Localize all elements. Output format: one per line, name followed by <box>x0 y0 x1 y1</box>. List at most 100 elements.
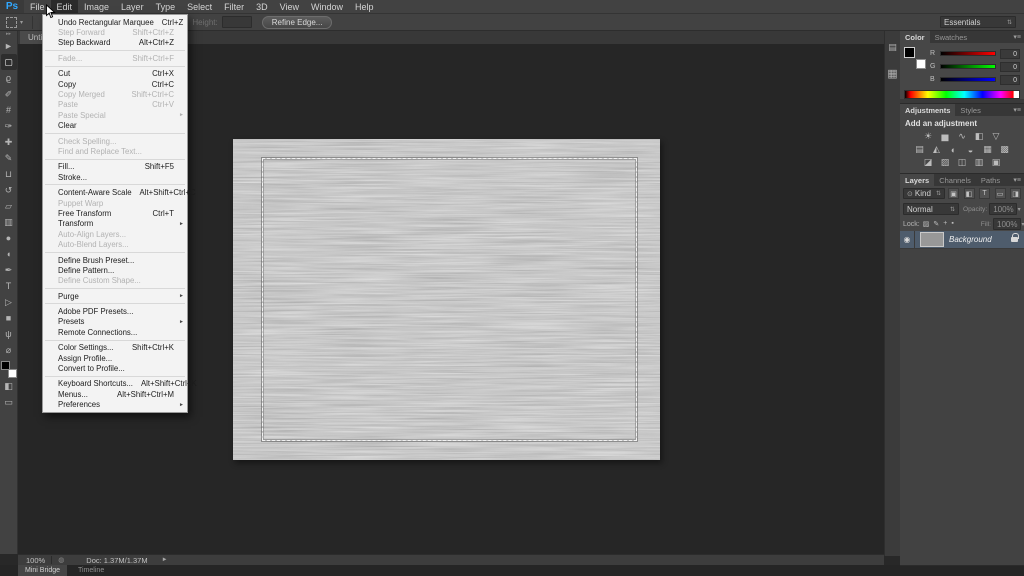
edit-menu-item-free-transform[interactable]: Free TransformCtrl+T <box>43 208 187 218</box>
layer-row[interactable]: ◉Background <box>900 231 1024 249</box>
filter-type-layers-icon[interactable]: T <box>979 188 990 199</box>
levels-icon[interactable]: ▅ <box>937 130 954 143</box>
edit-menu-item-stroke[interactable]: Stroke... <box>43 172 187 182</box>
quick-selection-tool[interactable]: ✐ <box>1 86 17 102</box>
edit-menu-item-step-backward[interactable]: Step BackwardAlt+Ctrl+Z <box>43 38 187 48</box>
filter-shape-layers-icon[interactable]: ▭ <box>995 188 1006 199</box>
background-color-swatch[interactable] <box>8 369 17 378</box>
status-flyout-arrow-icon[interactable]: ► <box>162 557 168 563</box>
layers-tab-paths[interactable]: Paths <box>976 174 1005 186</box>
rectangle-tool[interactable]: ■ <box>1 310 17 326</box>
menu-3d[interactable]: 3D <box>250 0 274 13</box>
menu-window[interactable]: Window <box>305 0 349 13</box>
curves-icon[interactable]: ∿ <box>954 130 971 143</box>
invert-icon[interactable]: ◪ <box>920 156 937 169</box>
menu-image[interactable]: Image <box>78 0 115 13</box>
edit-menu-item-paste-special[interactable]: Paste Special► <box>43 110 187 120</box>
color-lookup-icon[interactable]: ▩ <box>996 143 1013 156</box>
hue-saturation-icon[interactable]: ▤ <box>911 143 928 156</box>
filter-smart-objects-icon[interactable]: ◨ <box>1010 188 1021 199</box>
eyedropper-tool[interactable]: ✑ <box>1 118 17 134</box>
history-panel-icon[interactable]: ▤ <box>887 41 899 53</box>
tool-preset-dropdown-arrow-icon[interactable]: ▾ <box>20 19 23 26</box>
edit-menu-item-auto-align-layers[interactable]: Auto-Align Layers... <box>43 229 187 239</box>
edit-menu-item-clear[interactable]: Clear <box>43 121 187 131</box>
rectangular-marquee-tool[interactable]: ▢ <box>1 54 17 70</box>
edit-menu-item-define-pattern[interactable]: Define Pattern... <box>43 265 187 275</box>
eraser-tool[interactable]: ▱ <box>1 198 17 214</box>
threshold-icon[interactable]: ◫ <box>954 156 971 169</box>
menu-help[interactable]: Help <box>349 0 380 13</box>
background-color-swatch[interactable] <box>916 59 926 69</box>
edit-menu-item-adobe-pdf-presets[interactable]: Adobe PDF Presets... <box>43 306 187 316</box>
lock-transparency-icon[interactable]: ▨ <box>923 220 930 228</box>
edit-menu-item-cut[interactable]: CutCtrl+X <box>43 69 187 79</box>
black-white-icon[interactable]: ◐ <box>945 143 962 156</box>
adjustments-tab-styles[interactable]: Styles <box>955 104 985 116</box>
opacity-field[interactable]: 100% ▾ <box>989 203 1017 215</box>
edit-menu-item-convert-to-profile[interactable]: Convert to Profile... <box>43 363 187 373</box>
channel-mixer-icon[interactable]: ▦ <box>979 143 996 156</box>
edit-menu-item-menus[interactable]: Menus...Alt+Shift+Ctrl+M <box>43 389 187 399</box>
channel-slider[interactable] <box>940 77 996 82</box>
edit-menu-item-preferences[interactable]: Preferences► <box>43 400 187 410</box>
layer-thumbnail[interactable] <box>920 232 944 247</box>
color-tab-color[interactable]: Color <box>900 31 930 43</box>
panel-menu-icon[interactable]: ▾≡ <box>1013 104 1024 116</box>
brightness-contrast-icon[interactable]: ☀ <box>920 130 937 143</box>
quick-mask-icon[interactable]: ◧ <box>1 378 17 394</box>
edit-menu-item-transform[interactable]: Transform► <box>43 219 187 229</box>
panel-menu-icon[interactable]: ▾≡ <box>1013 31 1024 43</box>
clone-stamp-tool[interactable]: ⊔ <box>1 166 17 182</box>
photo-filter-icon[interactable]: ◒ <box>962 143 979 156</box>
foreground-background-swatches[interactable] <box>1 361 17 378</box>
selection-marquee[interactable] <box>262 158 637 441</box>
filter-adjustment-layers-icon[interactable]: ◧ <box>964 188 975 199</box>
channel-slider[interactable] <box>940 64 996 69</box>
edit-menu-item-assign-profile[interactable]: Assign Profile... <box>43 353 187 363</box>
color-spectrum-ramp[interactable] <box>904 90 1020 99</box>
blend-mode-dropdown[interactable]: Normal ⇅ <box>903 203 959 215</box>
tab-mini-bridge[interactable]: Mini Bridge <box>18 565 67 576</box>
layer-filter-kind-dropdown[interactable]: ⊙ Kind ⇅ <box>903 188 945 199</box>
edit-menu-item-remote-connections[interactable]: Remote Connections... <box>43 327 187 337</box>
edit-menu-item-purge[interactable]: Purge► <box>43 291 187 301</box>
foreground-color-swatch[interactable] <box>904 47 915 58</box>
panel-grip-icon[interactable]: ▸▸ <box>6 31 11 38</box>
menu-type[interactable]: Type <box>150 0 182 13</box>
edit-menu-item-check-spelling[interactable]: Check Spelling... <box>43 136 187 146</box>
refine-edge-button[interactable]: Refine Edge... <box>262 16 333 29</box>
edit-menu-item-content-aware-scale[interactable]: Content-Aware ScaleAlt+Shift+Ctrl+C <box>43 187 187 197</box>
workspace-switcher[interactable]: Essentials ⇅ <box>940 16 1016 28</box>
history-brush-tool[interactable]: ↺ <box>1 182 17 198</box>
pen-tool[interactable]: ✒ <box>1 262 17 278</box>
edit-menu-item-paste[interactable]: PasteCtrl+V <box>43 100 187 110</box>
type-tool[interactable]: T <box>1 278 17 294</box>
photoshop-logo[interactable]: Ps <box>0 0 24 13</box>
edit-menu-item-copy-merged[interactable]: Copy MergedShift+Ctrl+C <box>43 89 187 99</box>
path-selection-tool[interactable]: ▷ <box>1 294 17 310</box>
hand-tool[interactable]: ψ <box>1 326 17 342</box>
menu-select[interactable]: Select <box>181 0 218 13</box>
document-canvas[interactable] <box>233 139 660 460</box>
edit-menu-item-step-forward[interactable]: Step ForwardShift+Ctrl+Z <box>43 27 187 37</box>
selective-color-icon[interactable]: ▣ <box>988 156 1005 169</box>
edit-menu-item-presets[interactable]: Presets► <box>43 317 187 327</box>
gradient-map-icon[interactable]: ▥ <box>971 156 988 169</box>
move-tool[interactable]: ► <box>1 38 17 54</box>
dodge-tool[interactable]: ◖ <box>1 246 17 262</box>
edit-menu-item-puppet-warp[interactable]: Puppet Warp <box>43 198 187 208</box>
channel-value-field[interactable]: 0 <box>1000 75 1020 85</box>
panel-menu-icon[interactable]: ▾≡ <box>1013 174 1024 186</box>
edit-menu-item-fade[interactable]: Fade...Shift+Ctrl+F <box>43 53 187 63</box>
channel-value-field[interactable]: 0 <box>1000 49 1020 59</box>
menu-layer[interactable]: Layer <box>115 0 150 13</box>
edit-menu-item-color-settings[interactable]: Color Settings...Shift+Ctrl+K <box>43 343 187 353</box>
vibrance-icon[interactable]: ▽ <box>988 130 1005 143</box>
foreground-color-swatch[interactable] <box>1 361 10 370</box>
filter-pixel-layers-icon[interactable]: ▣ <box>948 188 959 199</box>
edit-menu-item-copy[interactable]: CopyCtrl+C <box>43 79 187 89</box>
menu-view[interactable]: View <box>274 0 305 13</box>
channel-slider[interactable] <box>940 51 996 56</box>
zoom-tool[interactable]: ⌀ <box>1 342 17 358</box>
